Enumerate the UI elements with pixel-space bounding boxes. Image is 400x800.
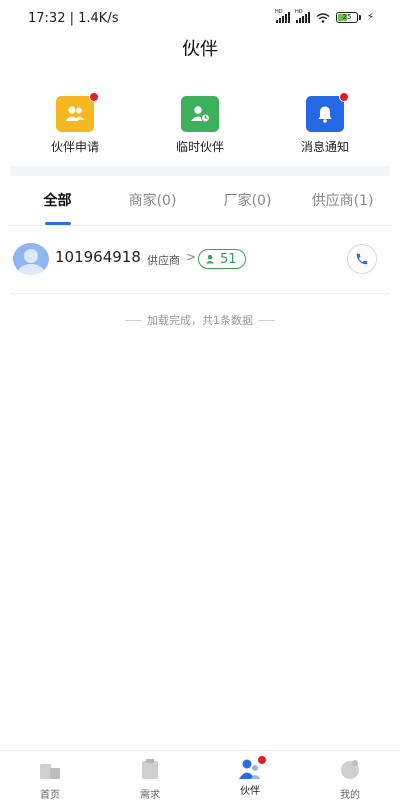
notification-label: 消息通知 <box>300 140 349 154</box>
nav-partner[interactable]: 伙伴 <box>200 751 300 800</box>
demand-icon <box>142 759 158 779</box>
nav-partner-label: 伙伴 <box>240 786 260 797</box>
nav-profile-label: 我的 <box>340 790 360 800</box>
partner-list-item[interactable]: 101964918 供应商 > 51 <box>10 238 390 294</box>
temp-partner-icon <box>181 96 219 132</box>
battery-icon: 25 <box>335 12 361 23</box>
page-title: 伙伴 <box>182 39 218 60</box>
chevron-right-icon: > <box>186 250 197 264</box>
user-badge-icon <box>206 254 214 264</box>
tab-manufacturer-label: 厂家(0) <box>223 193 272 209</box>
avatar <box>13 243 49 275</box>
filter-tabs: 全部 商家(0) 厂家(0) 供应商(1) <box>10 178 390 226</box>
wifi-icon <box>316 12 330 23</box>
notification-dot <box>258 756 266 764</box>
notification-dot <box>339 92 349 102</box>
temp-partner-label: 临时伙伴 <box>175 140 224 154</box>
partner-name: 101964918 <box>55 248 141 266</box>
notification-button[interactable]: 消息通知 <box>270 78 380 166</box>
status-time: 17:32 | 1.4K/s <box>28 11 119 26</box>
partner-request-icon <box>56 92 99 132</box>
signal-2-icon: HD <box>295 9 310 23</box>
tab-supplier[interactable]: 供应商(1) <box>295 178 390 225</box>
partner-icon <box>238 756 266 780</box>
nav-demand[interactable]: 需求 <box>100 751 200 800</box>
nav-home-label: 首页 <box>40 790 60 800</box>
tab-all[interactable]: 全部 <box>10 178 105 225</box>
tab-merchant-label: 商家(0) <box>128 193 177 209</box>
tab-supplier-label: 供应商(1) <box>311 193 374 209</box>
partner-request-label: 伙伴申请 <box>50 140 99 154</box>
home-icon <box>40 764 60 779</box>
tab-all-label: 全部 <box>43 193 72 209</box>
active-tab-indicator <box>44 222 71 225</box>
phone-icon <box>356 253 368 265</box>
quick-actions: 伙伴申请 临时伙伴 消息通知 <box>10 78 390 166</box>
bottom-nav: 首页 需求 伙伴 我的 <box>0 750 400 800</box>
section-divider <box>10 166 390 176</box>
temp-partner-button[interactable]: 临时伙伴 <box>145 78 255 166</box>
list-footer: 加载完成，共1条数据 <box>0 312 400 328</box>
partner-role: 供应商 <box>147 254 180 267</box>
notification-dot <box>89 92 99 102</box>
signal-1-icon: HD <box>275 9 290 23</box>
tab-manufacturer[interactable]: 厂家(0) <box>200 178 295 225</box>
score-value: 51 <box>220 251 237 267</box>
notification-bell-icon <box>306 92 349 132</box>
partner-request-button[interactable]: 伙伴申请 <box>20 78 130 166</box>
nav-home[interactable]: 首页 <box>0 751 100 800</box>
score-badge: 51 <box>198 249 246 269</box>
charging-icon: ⚡ <box>366 12 374 23</box>
call-button[interactable] <box>347 244 377 274</box>
nav-demand-label: 需求 <box>140 790 160 800</box>
profile-icon <box>341 760 359 779</box>
status-bar: 17:32 | 1.4K/s HD HD 25 ⚡ <box>0 0 400 36</box>
status-icons: HD HD 25 ⚡ <box>275 9 374 23</box>
list-footer-text: 加载完成，共1条数据 <box>147 314 253 327</box>
nav-profile[interactable]: 我的 <box>300 751 400 800</box>
tab-merchant[interactable]: 商家(0) <box>105 178 200 225</box>
